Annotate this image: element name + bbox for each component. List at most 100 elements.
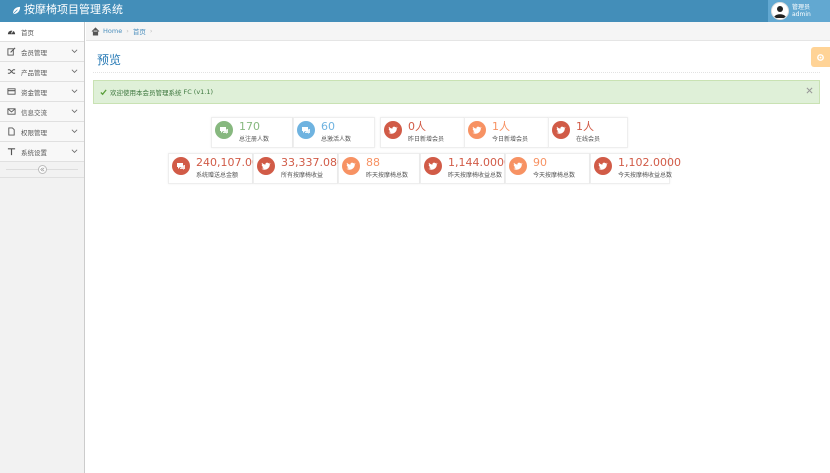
sidebar-item-settings[interactable]: 系统设置 [0,142,84,162]
twitter-icon [424,157,442,175]
check-icon [100,88,107,95]
sidebar-item-label: 会员管理 [21,48,47,57]
stat-value: 1,144.0000 [448,156,511,169]
avatar [771,2,789,20]
breadcrumb-separator-icon: › [149,27,153,35]
user-role: 管理员 [792,4,811,11]
file-icon [7,127,16,136]
chevron-down-icon [71,109,78,113]
twitter-icon [552,121,570,139]
sidebar-item-messages[interactable]: 信息交流 [0,102,84,122]
top-navbar: 按摩椅项目管理系统 管理员 admin [0,0,830,22]
stat-box: 1人今日新增会员 [464,117,549,148]
chevron-down-icon [71,129,78,133]
sidebar-item-label: 权限管理 [21,128,47,137]
envelope-icon [7,107,16,116]
stat-value: 0人 [408,120,426,133]
stat-box: 90 今天按摩椅总数 [505,153,590,184]
sidebar-item-members[interactable]: 会员管理 [0,42,84,62]
alert-brand: FC [183,88,192,96]
stat-label: 昨日新增会员 [408,136,445,143]
text-width-icon [7,147,16,156]
stat-value: 1,102.0000 [618,156,681,169]
page-title: 预览 [97,53,122,67]
sidebar-item-products[interactable]: 产品管理 [0,62,84,82]
app-title: 按摩椅项目管理系统 [24,3,123,16]
brand[interactable]: 按摩椅项目管理系统 [12,3,123,17]
stat-label: 今天按摩椅收益总数 [618,172,673,179]
breadcrumb-current[interactable]: 首页 [133,26,146,36]
settings-toggle-button[interactable] [811,47,830,67]
user-avatar-icon [774,6,786,18]
sidebar-item-label: 产品管理 [21,68,47,77]
twitter-icon [468,121,486,139]
alert-version: (v1.1) [193,88,214,96]
chevron-down-icon [71,69,78,73]
stat-box: 88 昨天按摩椅总数 [338,153,420,184]
sidebar: 首页 会员管理 产品管理 资金管理 信息交流 权限管理 系统设置 [0,22,85,473]
sidebar-item-funds[interactable]: 资金管理 [0,82,84,102]
edit-icon [7,47,16,56]
stat-box: 33,337.0800 所有按摩椅收益 [253,153,351,184]
stat-label: 所有按摩椅收益 [281,172,324,179]
chevron-down-icon [71,149,78,153]
leaf-icon [12,6,21,14]
close-icon [806,87,813,94]
stat-value: 90 [533,156,547,169]
twitter-icon [509,157,527,175]
twitter-icon [342,157,360,175]
sidebar-item-label: 信息交流 [21,108,47,117]
sidebar-collapse-bar [0,162,84,178]
comments-icon [297,121,315,139]
comments-icon [172,157,190,175]
stat-value: 1人 [492,120,510,133]
stat-label: 总注册人数 [239,136,270,143]
chevron-down-icon [71,89,78,93]
sidebar-item-permissions[interactable]: 权限管理 [0,122,84,142]
sidebar-item-label: 首页 [21,28,34,37]
comments-icon [215,121,233,139]
app-window: 按摩椅项目管理系统 管理员 admin 首页 会员管理 产品管理 资金管理 信息… [0,0,830,473]
twitter-icon [257,157,275,175]
stat-box: 170 总注册人数 [211,117,293,148]
stat-value: 1人 [576,120,594,133]
cog-icon [817,53,824,61]
sidebar-item-label: 系统设置 [21,148,47,157]
chevron-down-icon [71,49,78,53]
home-icon [91,26,100,35]
collapse-sidebar-button[interactable] [38,165,47,174]
page-header: 预览 [93,41,820,73]
stat-label: 昨天按摩椅收益总数 [448,172,503,179]
breadcrumb: Home › 首页 › [86,22,830,41]
stat-label: 总激活人数 [321,136,352,143]
user-menu[interactable]: 管理员 admin [768,0,830,22]
twitter-icon [594,157,612,175]
welcome-alert: 欢迎使用本会员管理系统 FC (v1.1) [93,80,820,104]
stat-box: 1,144.0000 昨天按摩椅收益总数 [420,153,511,184]
tachometer-icon [7,27,16,36]
user-name: admin [792,11,811,18]
stat-box: 60 总激活人数 [293,117,375,148]
stat-box: 0人昨日新增会员 [380,117,465,148]
double-angle-left-icon [40,167,45,172]
breadcrumb-separator-icon: › [126,27,129,35]
breadcrumb-home-link[interactable]: Home [103,27,122,35]
stat-label: 系统赠送总金额 [196,172,239,179]
sidebar-item-home[interactable]: 首页 [0,22,84,42]
stat-box: 1人在线会员 [548,117,628,148]
stat-value: 170 [239,120,260,133]
twitter-icon [384,121,402,139]
alert-close-button[interactable] [806,87,813,97]
sidebar-item-label: 资金管理 [21,88,47,97]
stat-box: 1,102.0000 今天按摩椅收益总数 [590,153,681,184]
stat-label: 昨天按摩椅总数 [366,172,409,179]
random-icon [7,67,16,76]
alert-message: 欢迎使用本会员管理系统 [110,89,182,97]
stat-value: 88 [366,156,380,169]
stat-label: 今日新增会员 [492,136,529,143]
stat-value: 240,107.00 [196,156,259,169]
stat-label: 在线会员 [576,136,601,143]
stat-box: 240,107.00 系统赠送总金额 [168,153,259,184]
stat-value: 60 [321,120,335,133]
stat-label: 今天按摩椅总数 [533,172,576,179]
